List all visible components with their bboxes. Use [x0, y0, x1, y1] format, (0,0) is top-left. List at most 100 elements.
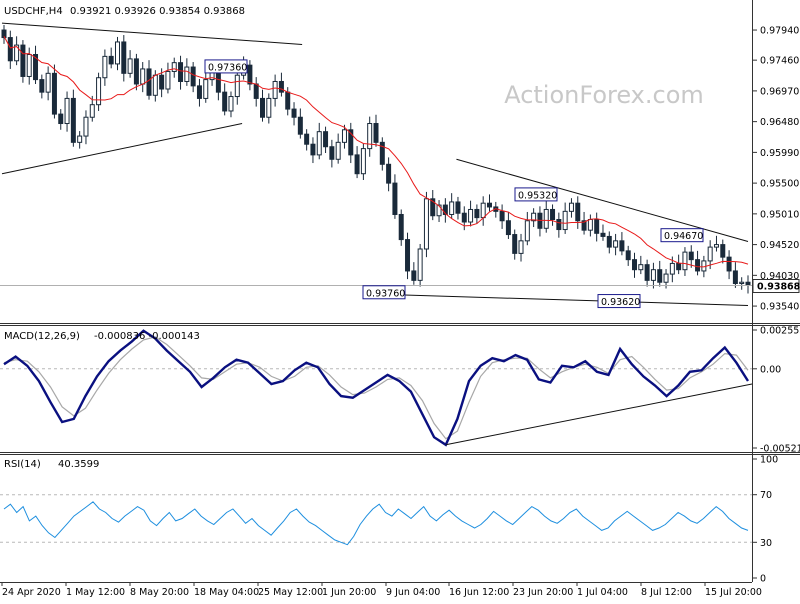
candle-body [373, 123, 379, 143]
candle-body [171, 62, 177, 72]
candle-body [619, 240, 625, 252]
candle-body [512, 234, 518, 254]
macd-axis-label: 0.002553 [760, 326, 800, 337]
candle-body [165, 70, 171, 90]
date-axis-label: 25 May 12:00 [258, 587, 323, 598]
candle-body [688, 251, 694, 261]
macd-values: -0.000836 -0.000143 [94, 331, 200, 342]
date-axis-label: 24 Apr 2020 [2, 587, 61, 598]
candle-body [260, 97, 266, 118]
date-axis-label: 18 May 04:00 [194, 587, 259, 598]
date-axis-label: 1 Jul 04:00 [577, 587, 628, 598]
candle-body [234, 74, 240, 98]
candle-body [392, 182, 398, 215]
price-axis-label: 0.95990 [760, 148, 799, 159]
macd-axis-label: -0.005212 [760, 444, 800, 455]
candle-body [247, 64, 253, 85]
candle-body [102, 55, 108, 79]
last-price-label: 0.93868 [752, 279, 800, 294]
candle-body [638, 264, 644, 271]
rsi-title: RSI(14) [4, 459, 41, 470]
candle-body [423, 198, 429, 250]
price-axis-label: 0.95500 [760, 179, 799, 190]
annotation-label: 0.97360 [208, 62, 247, 73]
candle-body [745, 281, 751, 286]
candle-body [146, 68, 152, 96]
candle-body [304, 133, 310, 145]
candle-body [468, 208, 474, 223]
candle-body [285, 91, 291, 110]
candle-body [127, 58, 133, 74]
candle-body [152, 74, 158, 96]
candle-body [184, 66, 190, 82]
candle-body [367, 123, 373, 150]
candle-body [228, 96, 234, 112]
candle-body [121, 41, 127, 74]
candle-body [291, 108, 297, 118]
candle-body [297, 116, 303, 135]
rsi-value: 40.3599 [58, 459, 99, 470]
candle-body [657, 269, 663, 283]
price-axis-label: 0.96480 [760, 117, 799, 128]
date-axis-label: 1 Jun 20:00 [322, 587, 376, 598]
candle-body [720, 244, 726, 258]
candle-body [556, 219, 562, 231]
candle-body [272, 80, 278, 99]
price-axis-label: 0.94520 [760, 240, 799, 251]
candle-body [713, 244, 719, 248]
candle-body [682, 251, 688, 271]
candle-body [524, 220, 530, 242]
candle-body [606, 235, 612, 248]
date-axis-label: 15 Jul 20:00 [705, 587, 762, 598]
candle-body [133, 58, 139, 85]
price-axis-label: 0.97940 [760, 26, 799, 37]
candle-body [613, 240, 619, 248]
candle-body [398, 213, 404, 241]
candle-body [215, 70, 221, 93]
candle-body [58, 113, 64, 125]
candle-body [222, 91, 228, 112]
candle-body [140, 68, 146, 85]
candle-body [568, 202, 574, 212]
candle-body [278, 80, 284, 93]
candle-body [253, 83, 259, 99]
candle-body [77, 135, 83, 143]
date-axis-label: 8 Jul 12:00 [641, 587, 692, 598]
candle-body [203, 79, 209, 99]
date-axis-label: 16 Jun 12:00 [449, 587, 509, 598]
rsi-axis-label: 30 [760, 538, 772, 549]
date-axis-label: 1 May 12:00 [66, 587, 125, 598]
candle-body [329, 146, 335, 160]
candle-body [600, 232, 606, 237]
annotation-label: 0.93760 [366, 288, 405, 299]
candle-body [575, 202, 581, 222]
macd-axis-label: 0.00 [760, 364, 781, 375]
candle-body [26, 54, 32, 77]
rsi-axis-label: 70 [760, 490, 772, 501]
candle-body [405, 239, 411, 272]
candle-body [190, 66, 196, 87]
candle-body [341, 129, 347, 143]
annotation-label: 0.95320 [518, 190, 557, 201]
candle-body [562, 210, 568, 231]
candle-body [625, 250, 631, 261]
candle-body [360, 148, 366, 175]
candle-body [70, 97, 76, 143]
candle-body [632, 259, 638, 271]
candle-body [45, 72, 51, 93]
candle-body [594, 219, 600, 234]
candle-body [707, 246, 713, 262]
candle-body [323, 131, 329, 148]
candle-body [114, 41, 120, 65]
candle-body [411, 270, 417, 281]
price-axis-label: 0.93540 [760, 302, 799, 313]
candle-body [480, 202, 486, 219]
price-chart-symbol: USDCHF,H4 [4, 6, 63, 17]
candle-body [486, 202, 492, 208]
candle-body [386, 163, 392, 184]
candle-body [449, 201, 455, 215]
rsi-axis-label: 100 [760, 455, 778, 466]
candle-body [518, 240, 524, 254]
candle-body [644, 264, 650, 281]
candle-body [64, 97, 70, 125]
